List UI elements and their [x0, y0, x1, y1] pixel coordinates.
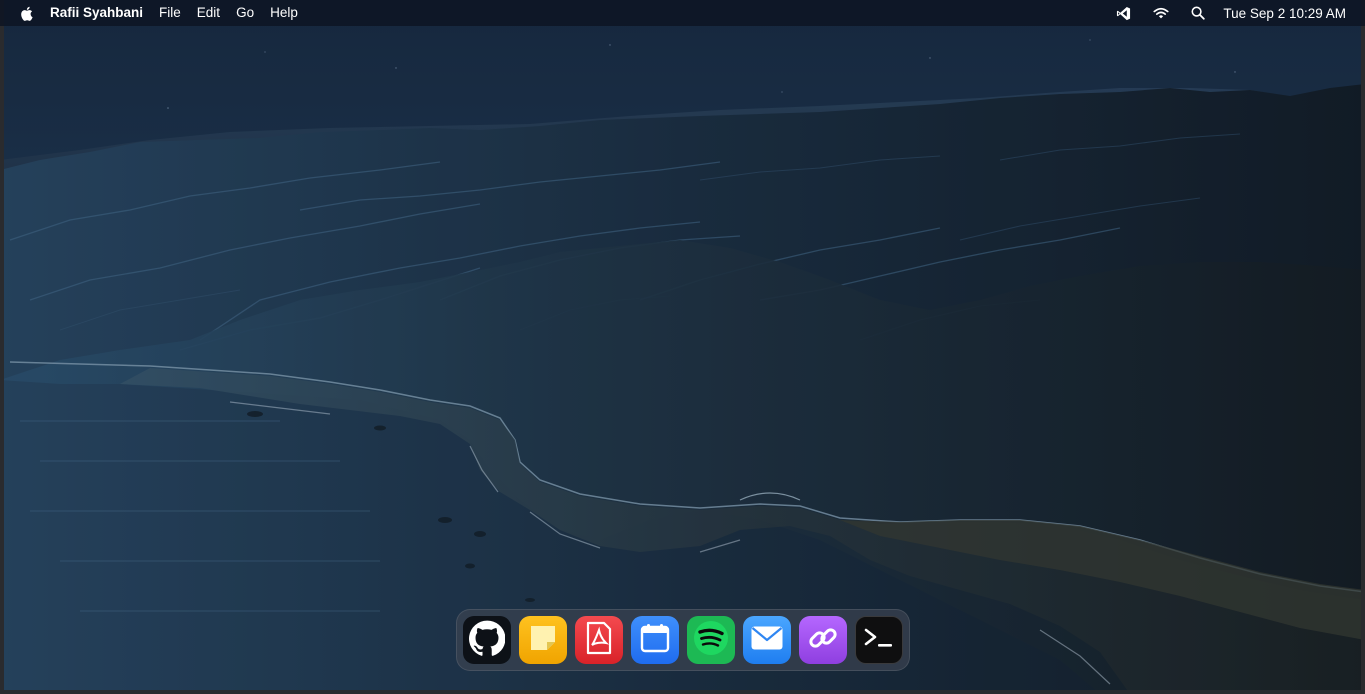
desktop-wallpaper — [0, 0, 1365, 694]
wifi-icon[interactable] — [1153, 7, 1169, 19]
dock-app-link[interactable] — [799, 616, 847, 664]
vscode-icon[interactable] — [1116, 6, 1131, 21]
terminal-icon — [863, 625, 895, 656]
spotify-icon — [691, 618, 731, 663]
apple-logo-icon[interactable] — [20, 6, 33, 21]
menu-go[interactable]: Go — [236, 0, 254, 26]
menu-help[interactable]: Help — [270, 0, 298, 26]
dock — [456, 609, 910, 671]
notes-icon — [528, 623, 558, 658]
dock-app-terminal[interactable] — [855, 616, 903, 664]
github-icon — [468, 620, 506, 661]
menu-bar-left: Rafii Syahbani File Edit Go Help — [0, 0, 314, 26]
dock-app-mail[interactable] — [743, 616, 791, 664]
dock-app-pdf[interactable] — [575, 616, 623, 664]
link-icon — [807, 622, 839, 659]
dock-app-github[interactable] — [463, 616, 511, 664]
menu-file[interactable]: File — [159, 0, 181, 26]
menu-bar: Rafii Syahbani File Edit Go Help Tue Sep… — [0, 0, 1365, 26]
dock-app-notes[interactable] — [519, 616, 567, 664]
menu-bar-clock[interactable]: Tue Sep 2 10:29 AM — [1223, 6, 1346, 21]
mail-icon — [750, 625, 784, 656]
dock-app-calendar[interactable] — [631, 616, 679, 664]
search-icon[interactable] — [1191, 6, 1206, 20]
desktop: Rafii Syahbani File Edit Go Help Tue Sep… — [0, 0, 1365, 694]
calendar-icon — [640, 623, 670, 658]
active-app-name[interactable]: Rafii Syahbani — [50, 0, 143, 26]
pdf-icon — [584, 621, 614, 660]
dock-app-spotify[interactable] — [687, 616, 735, 664]
menu-bar-right: Tue Sep 2 10:29 AM — [1094, 0, 1365, 26]
menu-edit[interactable]: Edit — [197, 0, 220, 26]
